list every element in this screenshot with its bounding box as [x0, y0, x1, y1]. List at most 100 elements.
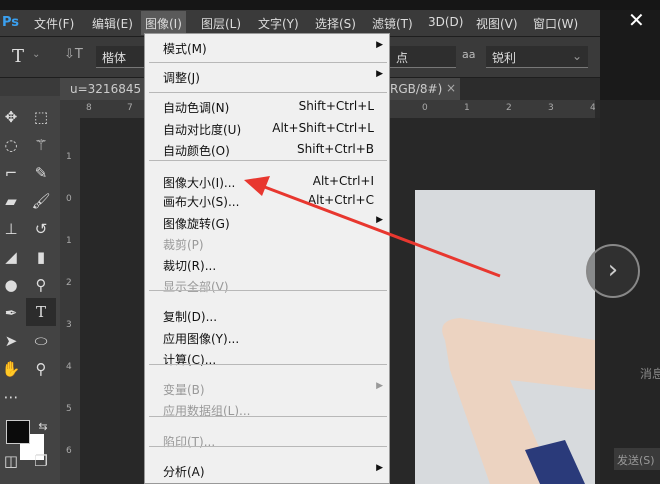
quick-mask-icon[interactable]: ◫ — [0, 450, 22, 472]
type-tool-icon[interactable]: T — [12, 46, 24, 67]
menu-file[interactable]: 文件(F) — [34, 15, 74, 32]
menu-item-label: 图像旋转(G) — [163, 217, 230, 231]
document-mode: RGB/8#) — [390, 82, 443, 96]
menu-item-label: 陷印(T)... — [163, 435, 216, 449]
antialias-select[interactable]: 锐利 ⌄ — [486, 46, 588, 68]
menu-separator — [149, 364, 387, 365]
marquee-tool-icon[interactable]: ⬚ — [30, 106, 52, 128]
magic-wand-icon[interactable]: ⚚ — [30, 134, 52, 156]
screen-mode-icon[interactable]: ❐ — [30, 450, 52, 472]
crop-tool-icon[interactable]: ⌐ — [0, 162, 22, 184]
menu-item[interactable]: 应用图像(Y)... — [145, 327, 391, 348]
menu-item[interactable]: 图像旋转(G) ▶ — [145, 212, 391, 233]
menu-item-label: 自动颜色(O) — [163, 144, 230, 158]
submenu-arrow-icon: ▶ — [376, 69, 383, 79]
menu-layer[interactable]: 图层(L) — [201, 15, 241, 32]
menu-item-label: 变量(B) — [163, 383, 205, 397]
gradient-tool-icon[interactable]: ▮ — [30, 246, 52, 268]
ellipse-tool-icon[interactable]: ⬭ — [30, 330, 52, 352]
ruler-label: 0 — [422, 103, 428, 113]
next-image-button[interactable]: › — [586, 244, 640, 298]
menu-3d[interactable]: 3D(D) — [428, 15, 463, 29]
menu-image[interactable]: 图像(I) — [141, 11, 186, 35]
menu-item[interactable]: 复制(D)... — [145, 305, 391, 326]
pen-tool-icon[interactable]: ✒ — [0, 302, 22, 324]
menu-item[interactable]: 图像大小(I)... Alt+Ctrl+I — [145, 171, 391, 192]
zoom-tool-icon[interactable]: ⚲ — [30, 358, 52, 380]
stamp-tool-icon[interactable]: ⊥ — [0, 218, 22, 240]
menu-edit[interactable]: 编辑(E) — [92, 15, 133, 32]
eraser-tool-icon[interactable]: ◢ — [0, 246, 22, 268]
menu-item[interactable]: 画布大小(S)... Alt+Ctrl+C — [145, 190, 391, 211]
menu-item-label: 图像大小(I)... — [163, 176, 236, 190]
menu-separator — [149, 446, 387, 447]
toolbox-header — [0, 78, 60, 96]
document-title: u=3216845 — [70, 82, 142, 96]
menu-item[interactable]: 调整(J) ▶ — [145, 66, 391, 87]
ruler-label: 1 — [66, 152, 72, 162]
submenu-arrow-icon: ▶ — [376, 463, 383, 473]
more-tools-icon[interactable]: ⋯ — [0, 386, 22, 408]
eyedropper-icon[interactable]: ✎ — [30, 162, 52, 184]
submenu-arrow-icon: ▶ — [376, 215, 383, 225]
text-orientation-icon[interactable]: ⇩T — [64, 47, 83, 62]
menu-item-label: 计算(C)... — [163, 353, 217, 367]
ruler-label: 4 — [66, 362, 72, 372]
dodge-tool-icon[interactable]: ⚲ — [30, 274, 52, 296]
history-brush-icon[interactable]: ↺ — [30, 218, 52, 240]
brush-tool-icon[interactable]: 🖌 — [30, 190, 52, 212]
tab-close-icon[interactable]: × — [446, 81, 456, 95]
antialias-value: 锐利 — [492, 51, 517, 65]
menu-separator — [149, 62, 387, 63]
menu-item-shortcut: Alt+Ctrl+C — [307, 193, 374, 207]
menu-item: 裁剪(P) — [145, 233, 391, 254]
menu-item[interactable]: 分析(A) ▶ — [145, 460, 391, 481]
type-tool-icon[interactable]: T — [26, 298, 56, 326]
menu-item-label: 裁切(R)... — [163, 259, 217, 273]
healing-brush-icon[interactable]: ▰ — [0, 190, 22, 212]
menu-view[interactable]: 视图(V) — [476, 15, 518, 32]
ruler-label: 1 — [66, 236, 72, 246]
menu-item[interactable]: 自动对比度(U) Alt+Shift+Ctrl+L — [145, 118, 391, 139]
menu-item-shortcut: Alt+Ctrl+I — [312, 174, 374, 188]
menu-item-shortcut: Alt+Shift+Ctrl+L — [272, 121, 374, 135]
menu-item[interactable]: 模式(M) ▶ — [145, 37, 391, 58]
menu-item[interactable]: 自动颜色(O) Shift+Ctrl+B — [145, 139, 391, 160]
menu-item[interactable]: 计算(C)... — [145, 348, 391, 369]
font-family-select[interactable]: 楷体 — [96, 46, 146, 68]
menu-type[interactable]: 文字(Y) — [258, 15, 299, 32]
photo-content — [442, 318, 595, 484]
ruler-label: 3 — [66, 320, 72, 330]
font-size-select[interactable]: 点 — [390, 46, 456, 68]
menu-item-shortcut: Shift+Ctrl+L — [298, 99, 374, 113]
menu-item: 变量(B) ▶ — [145, 378, 391, 399]
move-tool-icon[interactable]: ✥ — [0, 106, 22, 128]
menu-item[interactable]: 裁切(R)... — [145, 254, 391, 275]
hand-tool-icon[interactable]: ✋ — [0, 358, 22, 380]
menu-item: 陷印(T)... — [145, 430, 391, 451]
menu-filter[interactable]: 滤镜(T) — [372, 15, 413, 32]
swap-colors-icon[interactable]: ⇆ — [32, 416, 54, 438]
path-select-icon[interactable]: ➤ — [0, 330, 22, 352]
menu-item-label: 应用图像(Y)... — [163, 332, 240, 346]
background-strip — [0, 0, 660, 10]
ruler-label: 3 — [548, 103, 554, 113]
unit-label: 点 — [396, 51, 409, 65]
chevron-down-icon: ⌄ — [571, 49, 582, 63]
foreground-color-swatch[interactable] — [6, 420, 30, 444]
menu-separator — [149, 160, 387, 161]
ruler-label: 8 — [86, 103, 92, 113]
menu-item[interactable]: 自动色调(N) Shift+Ctrl+L — [145, 96, 391, 117]
menu-select[interactable]: 选择(S) — [315, 15, 356, 32]
menu-item-label: 调整(J) — [163, 71, 200, 85]
message-label: 消息 — [640, 367, 660, 381]
ruler-label: 2 — [66, 278, 72, 288]
menu-item-shortcut: Shift+Ctrl+B — [297, 142, 374, 156]
lasso-tool-icon[interactable]: ◌ — [0, 134, 22, 156]
chevron-down-icon[interactable]: ⌄ — [32, 49, 40, 60]
close-button[interactable]: ✕ — [628, 8, 645, 32]
ruler-label: 6 — [66, 446, 72, 456]
menu-window[interactable]: 窗口(W) — [533, 15, 578, 32]
blur-tool-icon[interactable]: ● — [0, 274, 22, 296]
send-button[interactable]: 发送(S) — [614, 448, 660, 470]
